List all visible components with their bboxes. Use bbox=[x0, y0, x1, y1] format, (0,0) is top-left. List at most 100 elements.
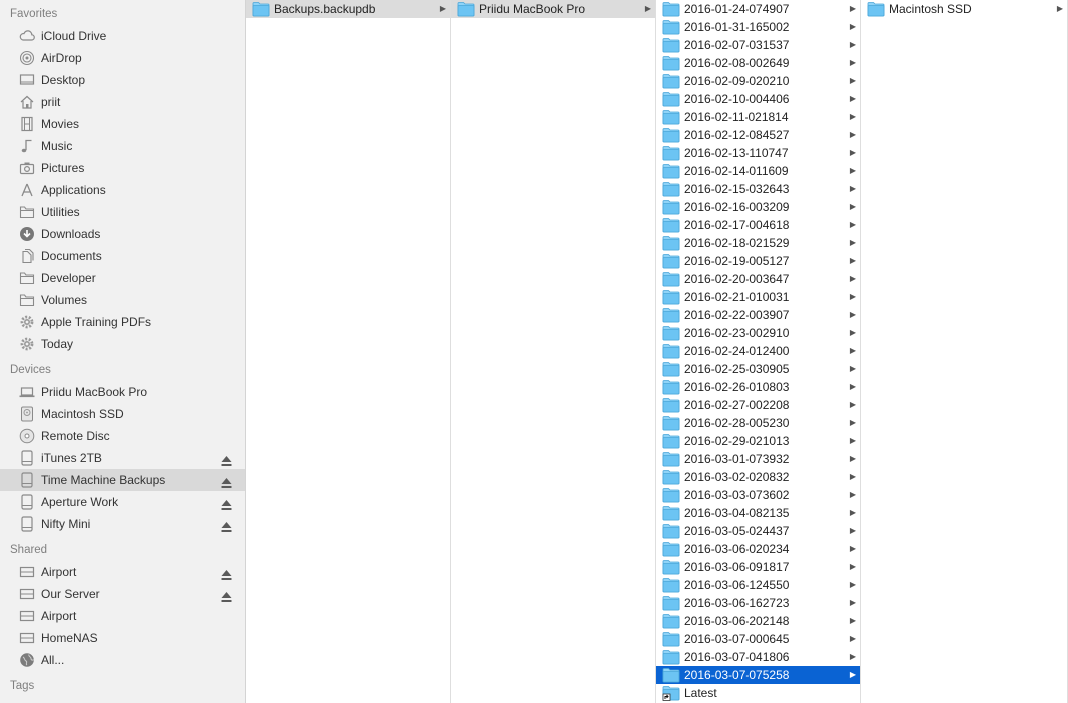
list-item[interactable]: 2016-01-31-165002 ▶ bbox=[656, 18, 860, 36]
disclosure-arrow-icon: ▶ bbox=[849, 598, 856, 607]
sidebar-item-nifty-mini[interactable]: Nifty Mini bbox=[0, 513, 245, 535]
list-item[interactable]: 2016-02-08-002649 ▶ bbox=[656, 54, 860, 72]
sidebar-item-our-server[interactable]: Our Server bbox=[0, 583, 245, 605]
item-label: 2016-02-24-012400 bbox=[684, 344, 790, 358]
sidebar-item-macintosh-ssd[interactable]: Macintosh SSD bbox=[0, 403, 245, 425]
list-item[interactable]: 2016-03-07-041806 ▶ bbox=[656, 648, 860, 666]
eject-icon[interactable] bbox=[221, 518, 232, 532]
list-item[interactable]: 2016-03-04-082135 ▶ bbox=[656, 504, 860, 522]
item-label: 2016-01-24-074907 bbox=[684, 2, 790, 16]
list-item[interactable]: Latest bbox=[656, 684, 860, 702]
folder-icon bbox=[662, 433, 680, 449]
sidebar-item-label: Time Machine Backups bbox=[41, 473, 166, 487]
disclosure-arrow-icon: ▶ bbox=[849, 112, 856, 121]
list-item[interactable]: 2016-02-07-031537 ▶ bbox=[656, 36, 860, 54]
sidebar-item-utilities[interactable]: Utilities bbox=[0, 201, 245, 223]
sidebar-item-time-machine-backups[interactable]: Time Machine Backups bbox=[0, 469, 245, 491]
list-item[interactable]: 2016-03-06-202148 ▶ bbox=[656, 612, 860, 630]
eject-icon[interactable] bbox=[221, 566, 232, 580]
list-item[interactable]: 2016-02-23-002910 ▶ bbox=[656, 324, 860, 342]
list-item[interactable]: 2016-03-06-162723 ▶ bbox=[656, 594, 860, 612]
sidebar-item-pictures[interactable]: Pictures bbox=[0, 157, 245, 179]
sidebar-item-all[interactable]: All... bbox=[0, 649, 245, 671]
eject-icon[interactable] bbox=[221, 496, 232, 510]
list-item[interactable]: Backups.backupdb ▶ bbox=[246, 0, 450, 18]
sidebar-item-movies[interactable]: Movies bbox=[0, 113, 245, 135]
list-item[interactable]: Macintosh SSD ▶ bbox=[861, 0, 1067, 18]
sidebar-item-label: priit bbox=[41, 95, 61, 109]
sidebar-item-itunes-2tb[interactable]: iTunes 2TB bbox=[0, 447, 245, 469]
list-item[interactable]: 2016-02-20-003647 ▶ bbox=[656, 270, 860, 288]
list-item-selected[interactable]: 2016-03-07-075258 ▶ bbox=[656, 666, 860, 684]
folder-icon bbox=[662, 145, 680, 161]
list-item[interactable]: 2016-03-06-020234 ▶ bbox=[656, 540, 860, 558]
list-item[interactable]: 2016-03-01-073932 ▶ bbox=[656, 450, 860, 468]
list-item[interactable]: 2016-03-05-024437 ▶ bbox=[656, 522, 860, 540]
list-item[interactable]: 2016-03-03-073602 ▶ bbox=[656, 486, 860, 504]
sidebar-item-applications[interactable]: Applications bbox=[0, 179, 245, 201]
list-item[interactable]: 2016-02-10-004406 ▶ bbox=[656, 90, 860, 108]
list-item[interactable]: 2016-03-06-124550 ▶ bbox=[656, 576, 860, 594]
sidebar-item-downloads[interactable]: Downloads bbox=[0, 223, 245, 245]
disclosure-arrow-icon: ▶ bbox=[849, 220, 856, 229]
folder-icon bbox=[662, 505, 680, 521]
folder-icon bbox=[18, 270, 35, 286]
sidebar-item-documents[interactable]: Documents bbox=[0, 245, 245, 267]
favorites-header: Favorites bbox=[10, 8, 58, 20]
list-item[interactable]: 2016-02-22-003907 ▶ bbox=[656, 306, 860, 324]
disclosure-arrow-icon: ▶ bbox=[849, 40, 856, 49]
list-item[interactable]: 2016-03-06-091817 ▶ bbox=[656, 558, 860, 576]
column-snapshots: 2016-01-24-074907 ▶ 2016-01-31-165002 ▶ 2016… bbox=[656, 0, 861, 703]
sidebar-item-icloud-drive[interactable]: iCloud Drive bbox=[0, 25, 245, 47]
sidebar-item-priit[interactable]: priit bbox=[0, 91, 245, 113]
sidebar-item-homenas[interactable]: HomeNAS bbox=[0, 627, 245, 649]
list-item[interactable]: 2016-02-18-021529 ▶ bbox=[656, 234, 860, 252]
list-item[interactable]: 2016-02-16-003209 ▶ bbox=[656, 198, 860, 216]
sidebar-item-remote-disc[interactable]: Remote Disc bbox=[0, 425, 245, 447]
list-item[interactable]: 2016-02-21-010031 ▶ bbox=[656, 288, 860, 306]
sidebar-item-apple-training-pdfs[interactable]: Apple Training PDFs bbox=[0, 311, 245, 333]
gear-icon bbox=[18, 336, 35, 352]
disclosure-arrow-icon: ▶ bbox=[849, 310, 856, 319]
folder-icon bbox=[662, 199, 680, 215]
list-item[interactable]: 2016-02-12-084527 ▶ bbox=[656, 126, 860, 144]
list-item[interactable]: 2016-01-24-074907 ▶ bbox=[656, 0, 860, 18]
sidebar-item-airdrop[interactable]: AirDrop bbox=[0, 47, 245, 69]
list-item[interactable]: 2016-02-13-110747 ▶ bbox=[656, 144, 860, 162]
list-item[interactable]: 2016-02-11-021814 ▶ bbox=[656, 108, 860, 126]
sidebar-item-developer[interactable]: Developer bbox=[0, 267, 245, 289]
sidebar-item-desktop[interactable]: Desktop bbox=[0, 69, 245, 91]
item-label: Backups.backupdb bbox=[274, 2, 376, 16]
list-item[interactable]: 2016-02-15-032643 ▶ bbox=[656, 180, 860, 198]
list-item[interactable]: 2016-02-19-005127 ▶ bbox=[656, 252, 860, 270]
eject-icon[interactable] bbox=[221, 474, 232, 488]
sidebar-item-airport[interactable]: Airport bbox=[0, 561, 245, 583]
list-item[interactable]: 2016-02-17-004618 ▶ bbox=[656, 216, 860, 234]
item-label: 2016-02-11-021814 bbox=[684, 110, 789, 124]
sidebar-item-airport[interactable]: Airport bbox=[0, 605, 245, 627]
folder-icon bbox=[662, 109, 680, 125]
sidebar-item-volumes[interactable]: Volumes bbox=[0, 289, 245, 311]
sidebar-item-today[interactable]: Today bbox=[0, 333, 245, 355]
list-item[interactable]: 2016-03-07-000645 ▶ bbox=[656, 630, 860, 648]
list-item[interactable]: 2016-02-27-002208 ▶ bbox=[656, 396, 860, 414]
list-item[interactable]: 2016-02-09-020210 ▶ bbox=[656, 72, 860, 90]
list-item[interactable]: 2016-02-26-010803 ▶ bbox=[656, 378, 860, 396]
eject-icon[interactable] bbox=[221, 452, 232, 466]
column-volume: Macintosh SSD ▶ bbox=[861, 0, 1068, 703]
sidebar-item-priidu-macbook-pro[interactable]: Priidu MacBook Pro bbox=[0, 381, 245, 403]
sidebar-item-label: Movies bbox=[41, 117, 80, 131]
sidebar-item-music[interactable]: Music bbox=[0, 135, 245, 157]
list-item[interactable]: 2016-02-14-011609 ▶ bbox=[656, 162, 860, 180]
list-item[interactable]: 2016-02-25-030905 ▶ bbox=[656, 360, 860, 378]
cloud-icon bbox=[18, 28, 35, 44]
list-item[interactable]: 2016-02-24-012400 ▶ bbox=[656, 342, 860, 360]
list-item[interactable]: 2016-02-28-005230 ▶ bbox=[656, 414, 860, 432]
list-item[interactable]: Priidu MacBook Pro ▶ bbox=[451, 0, 655, 18]
list-item[interactable]: 2016-02-29-021013 ▶ bbox=[656, 432, 860, 450]
folder-icon bbox=[662, 307, 680, 323]
sidebar-item-aperture-work[interactable]: Aperture Work bbox=[0, 491, 245, 513]
list-item[interactable]: 2016-03-02-020832 ▶ bbox=[656, 468, 860, 486]
item-label: 2016-02-25-030905 bbox=[684, 362, 790, 376]
eject-icon[interactable] bbox=[221, 588, 232, 602]
